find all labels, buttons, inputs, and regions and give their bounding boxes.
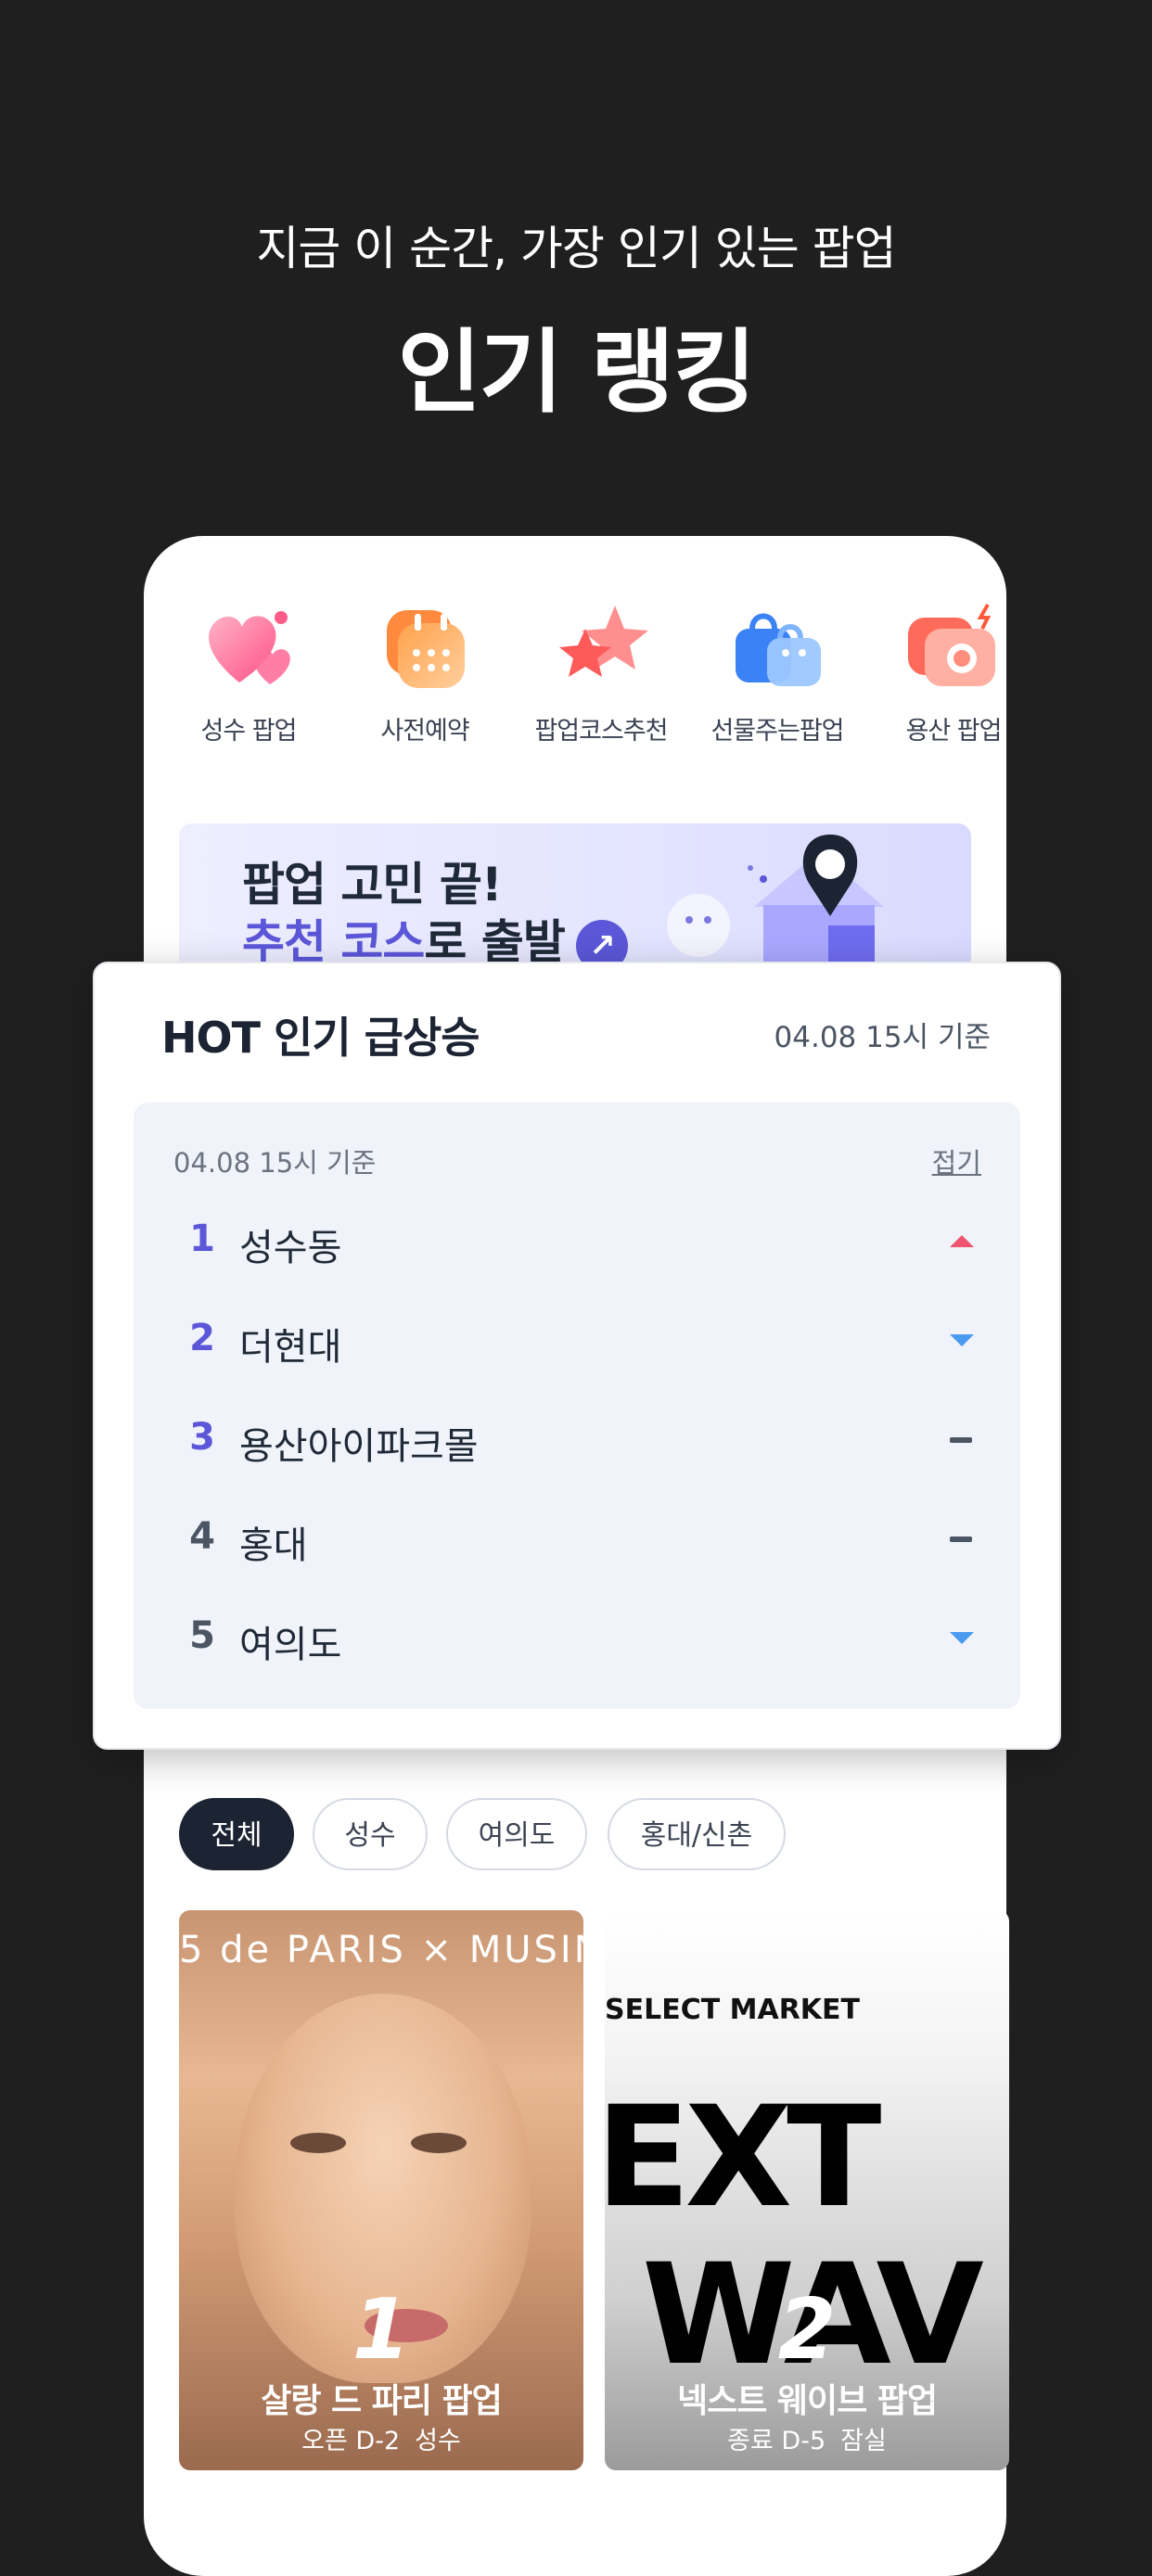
tile-name: 넥스트 웨이브 팝업 [676,2382,938,2420]
rank-number: 5 [189,1614,215,1657]
tile-status: 오픈 D-2 [301,2427,401,2455]
ranking-row[interactable]: 1 성수동 [134,1195,1020,1294]
category-gift[interactable]: 선물주는팝업 [689,601,865,746]
filter-yeouido[interactable]: 여의도 [446,1798,587,1870]
category-seongsu[interactable]: 성수 팝업 [160,601,337,746]
trend-up-icon [950,1232,974,1249]
tile-collab-banner: 5 de PARIS × MUSINSA [179,1929,583,1971]
filter-all[interactable]: 전체 [179,1798,294,1870]
star-icon [550,601,652,694]
filter-seongsu[interactable]: 성수 [313,1798,428,1870]
trend-down-icon [950,1332,974,1348]
trend-same-icon [950,1530,974,1547]
fold-button[interactable]: 접기 [932,1141,981,1180]
rank-name: 홍대 [239,1524,308,1567]
rank-name: 여의도 [239,1624,342,1666]
filter-hongdae[interactable]: 홍대/신촌 [608,1798,786,1870]
hot-title: HOT 인기 급상승 [161,1013,480,1063]
popup-tile[interactable]: SELECT MARKET EXT WAV 2 넥스트 웨이브 팝업 종료 D-… [605,1910,1009,2470]
hot-ranking-card: HOT 인기 급상승 04.08 15시 기준 04.08 15시 기준 접기 … [93,962,1061,1750]
rank-name: 용산아이파크몰 [239,1425,479,1468]
category-label: 용산 팝업 [905,717,1003,746]
tile-poster-text: EXT [605,2077,881,2238]
heart-icon [198,601,300,694]
hero-title: 인기 랭킹 [397,320,757,426]
category-label: 선물주는팝업 [710,717,844,746]
tile-rank: 1 [352,2281,411,2378]
tile-brand: SELECT MARKET [605,1994,861,2026]
ranking-row[interactable]: 4 홍대 [134,1493,1020,1592]
category-label: 성수 팝업 [200,717,298,746]
map-illustration [667,835,884,972]
trend-down-icon [950,1629,974,1646]
tile-status: 종료 D-5 [727,2427,826,2455]
course-banner[interactable]: 팝업 고민 끝! 추천 코스로 출발 ↗ [179,823,971,972]
category-row: 성수 팝업 사전예약 팝업코스추천 선물주는팝업 용산 팝업 [144,601,1006,746]
rank-number: 4 [189,1515,215,1558]
rank-name: 성수동 [239,1227,342,1269]
hero-subtitle: 지금 이 순간, 가장 인기 있는 팝업 [256,222,896,275]
rank-name: 더현대 [239,1326,342,1369]
ranking-row[interactable]: 2 더현대 [134,1294,1020,1394]
tile-location: 잠실 [840,2427,887,2455]
rank-number: 2 [189,1317,215,1359]
ranking-updated-time: 04.08 15시 기준 [173,1147,377,1179]
shopping-bag-icon [726,601,828,694]
ranking-row[interactable]: 3 용산아이파크몰 [134,1394,1020,1493]
popup-tile[interactable]: 5 de PARIS × MUSINSA 1 살랑 드 파리 팝업 오픈 D-2… [179,1910,583,2470]
tile-meta: 오픈 D-2 성수 [179,2420,583,2456]
tile-rank: 2 [777,2281,837,2378]
ranking-row[interactable]: 5 여의도 [134,1592,1020,1691]
hot-updated-time: 04.08 15시 기준 [774,1021,991,1054]
category-course[interactable]: 팝업코스추천 [513,601,689,746]
tile-name: 살랑 드 파리 팝업 [261,2382,502,2420]
category-yongsan[interactable]: 용산 팝업 [865,601,1006,746]
tile-location: 성수 [415,2427,461,2455]
rank-number: 1 [189,1218,215,1260]
category-label: 팝업코스추천 [534,717,668,746]
trend-same-icon [950,1431,974,1447]
camera-icon [902,601,1005,694]
calendar-icon [374,601,476,694]
ranking-list: 04.08 15시 기준 접기 1 성수동 2 더현대 3 용산아이파크몰 4 홍대 5 여의도 [134,1103,1020,1709]
category-preorder[interactable]: 사전예약 [337,601,513,746]
category-label: 사전예약 [380,717,469,746]
rank-number: 3 [189,1416,215,1459]
tile-meta: 종료 D-5 잠실 [605,2420,1009,2456]
